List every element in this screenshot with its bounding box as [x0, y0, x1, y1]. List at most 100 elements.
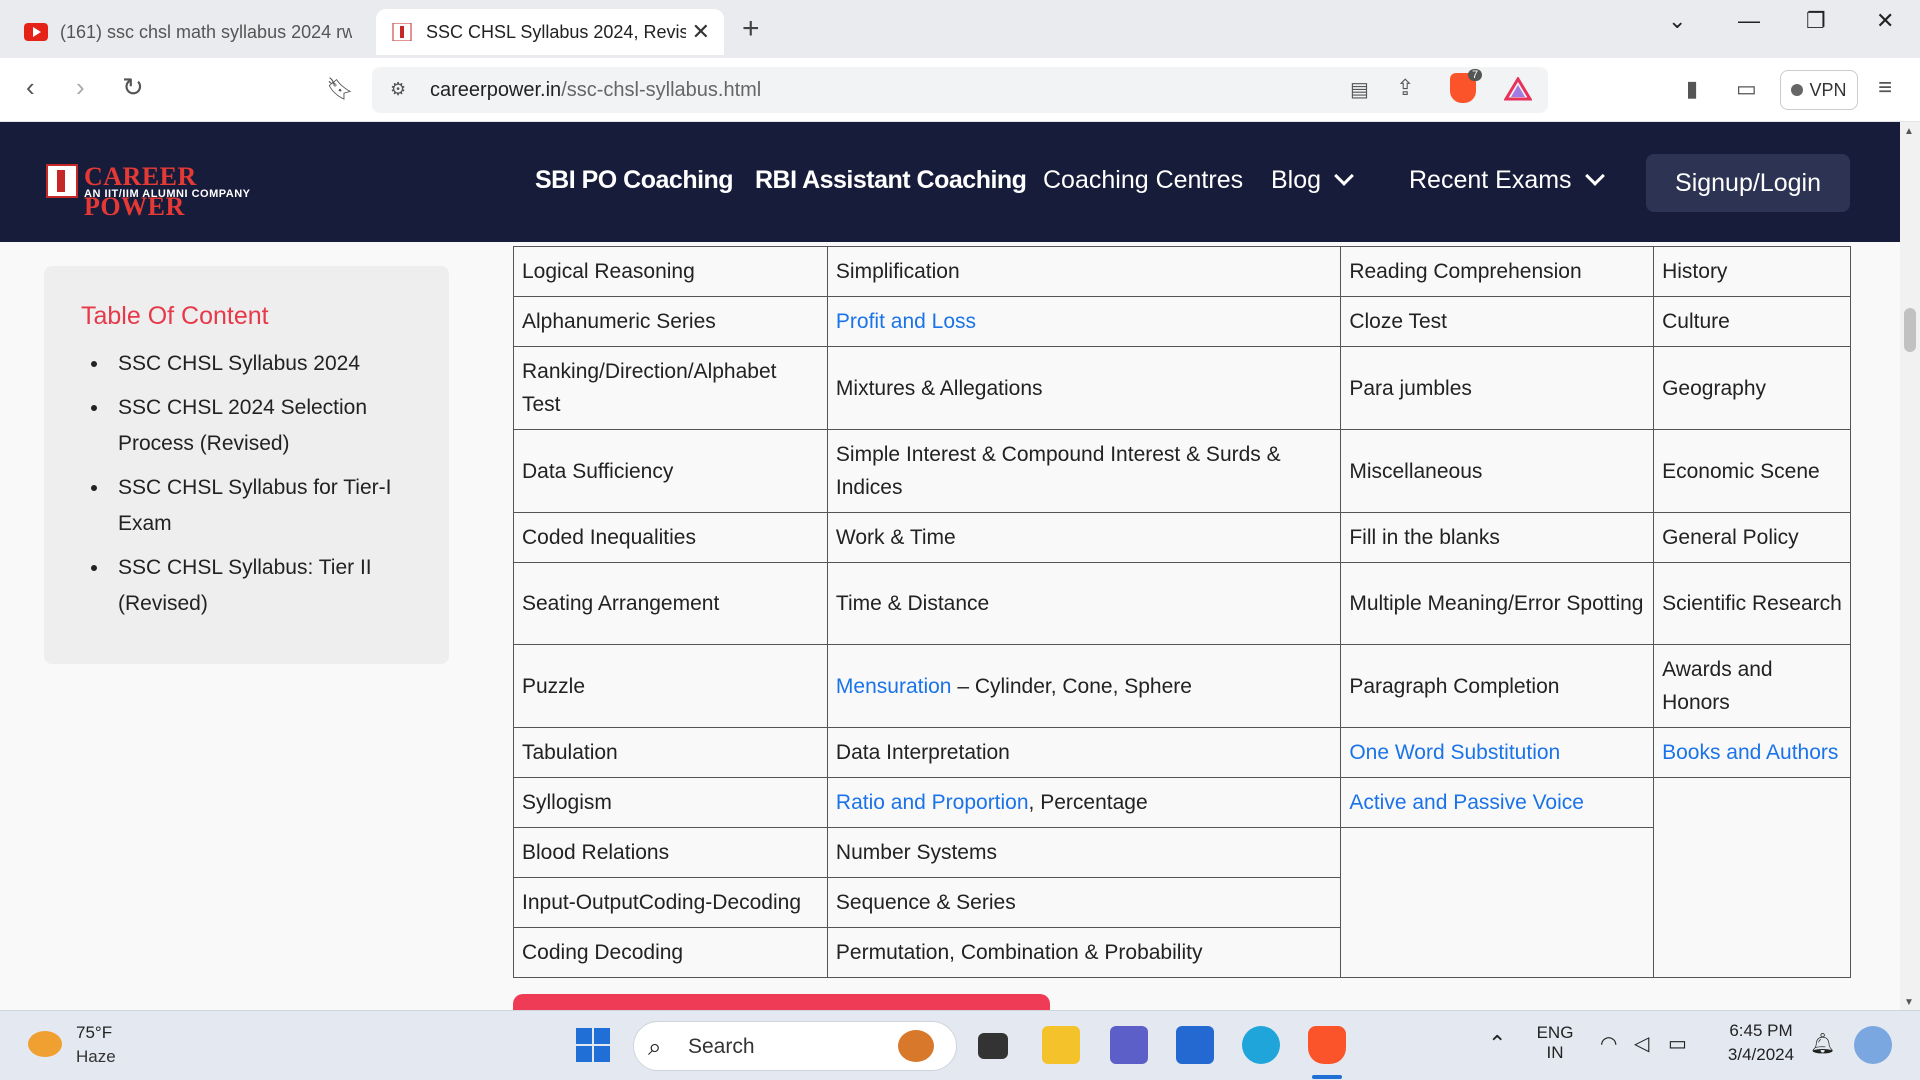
table-cell: History	[1653, 246, 1851, 297]
brave-rewards-icon[interactable]	[1504, 77, 1532, 101]
haze-weather-icon	[28, 1031, 62, 1057]
toc-item[interactable]: SSC CHSL Syllabus 2024	[110, 346, 410, 382]
clock[interactable]: 6:45 PM 3/4/2024	[1716, 1021, 1806, 1065]
toc-item[interactable]: SSC CHSL 2024 Selection Process (Revised…	[110, 390, 410, 462]
table-cell: Blood Relations	[513, 827, 828, 878]
toc-item[interactable]: SSC CHSL Syllabus: Tier II (Revised)	[110, 550, 410, 622]
table-cell: Miscellaneous	[1340, 429, 1655, 513]
site-settings-icon[interactable]: ⚙	[390, 79, 406, 100]
task-view-icon[interactable]	[978, 1033, 1008, 1059]
table-cell: Scientific Research	[1653, 562, 1851, 645]
reader-mode-icon[interactable]: ▤	[1350, 77, 1369, 102]
career-power-logo[interactable]: CAREER POWER AN IIT/IIM ALUMNI COMPANY	[46, 162, 296, 221]
table-cell: Syllogism	[513, 777, 828, 828]
volume-icon[interactable]: ◁	[1634, 1031, 1649, 1056]
tab-career-power[interactable]: SSC CHSL Syllabus 2024, Revised ✕	[376, 9, 724, 55]
active-app-indicator	[1312, 1075, 1342, 1079]
table-cell: Culture	[1653, 296, 1851, 347]
language-indicator[interactable]: ENG IN	[1530, 1023, 1580, 1063]
table-cell: Sequence & Series	[826, 877, 1342, 928]
reload-icon[interactable]: ↻	[122, 72, 144, 103]
nav-recent-exams[interactable]: Recent Exams	[1409, 166, 1605, 195]
table-row: Syllogism Ratio and Proportion, Percenta…	[513, 777, 1851, 978]
site-header: CAREER POWER AN IIT/IIM ALUMNI COMPANY S…	[0, 122, 1900, 242]
one-word-substitution-link[interactable]: One Word Substitution	[1349, 741, 1560, 764]
wifi-icon[interactable]: ◠	[1600, 1031, 1617, 1056]
vpn-status-icon	[1791, 84, 1804, 96]
taskbar-search[interactable]: ⌕ Search	[633, 1021, 957, 1071]
active-passive-voice-link[interactable]: Active and Passive Voice	[1349, 791, 1584, 814]
file-explorer-icon[interactable]	[1042, 1026, 1080, 1064]
teams-icon[interactable]	[1110, 1026, 1148, 1064]
tab-title: (161) ssc chsl math syllabus 2024 rw	[60, 21, 352, 42]
wallet-icon[interactable]: ▭	[1736, 76, 1757, 102]
close-tab-icon[interactable]: ✕	[692, 19, 710, 45]
weather-widget[interactable]: 75°F Haze	[28, 1023, 168, 1069]
table-cell: Data Interpretation	[826, 727, 1342, 778]
bookmark-icon[interactable]: 🔖︎	[326, 76, 354, 102]
table-cell: Reading Comprehension	[1340, 246, 1655, 297]
notification-bell-icon[interactable]: 🔔︎	[1810, 1031, 1835, 1056]
chevron-down-icon	[1584, 166, 1605, 186]
show-hidden-icons-icon[interactable]: ⌃	[1488, 1031, 1506, 1057]
nav-rbi-assistant-coaching[interactable]: RBI Assistant Coaching	[755, 166, 1027, 195]
nav-coaching-centres[interactable]: Coaching Centres	[1043, 166, 1243, 195]
table-cell: Paragraph Completion	[1340, 644, 1655, 728]
table-cell: Puzzle	[513, 644, 828, 728]
table-cell: Active and Passive Voice	[1340, 777, 1655, 828]
logo-mark-icon	[46, 164, 78, 198]
scroll-up-icon[interactable]: ▲	[1904, 126, 1914, 137]
edge-icon[interactable]	[1242, 1026, 1280, 1064]
tab-title: SSC CHSL Syllabus 2024, Revised	[426, 21, 686, 42]
back-icon[interactable]: ‹	[26, 72, 35, 103]
address-bar[interactable]: ⚙ careerpower.in/ssc-chsl-syllabus.html …	[372, 67, 1548, 113]
tab-youtube[interactable]: (161) ssc chsl math syllabus 2024 rw	[10, 9, 366, 55]
table-cell-empty	[1653, 777, 1851, 978]
menu-icon[interactable]: ≡	[1878, 74, 1892, 102]
copilot-icon[interactable]	[1854, 1026, 1892, 1064]
nav-sbi-po-coaching[interactable]: SBI PO Coaching	[535, 166, 734, 195]
chevron-down-icon	[1334, 166, 1354, 186]
profit-and-loss-link[interactable]: Profit and Loss	[836, 310, 976, 333]
scrollbar-thumb[interactable]	[1904, 308, 1916, 352]
new-tab-icon[interactable]: +	[742, 12, 760, 46]
table-cell: Time & Distance	[826, 562, 1342, 645]
table-cell: Awards and Honors	[1653, 644, 1851, 728]
table-row: Ranking/Direction/Alphabet Test Mixtures…	[513, 346, 1851, 430]
table-cell: Work & Time	[826, 512, 1342, 563]
nav-blog[interactable]: Blog	[1271, 166, 1354, 195]
battery-icon[interactable]: ▭	[1668, 1031, 1687, 1056]
restore-icon[interactable]: ❐	[1806, 8, 1826, 34]
table-cell: Fill in the blanks	[1340, 512, 1655, 563]
windows-taskbar: 75°F Haze ⌕ Search ⌃ ENG IN ◠ ◁ ▭ 6:45 P…	[0, 1010, 1920, 1080]
brave-browser-icon[interactable]	[1308, 1026, 1346, 1064]
table-cell: Ratio and Proportion, Percentage	[826, 777, 1342, 828]
table-cell: One Word Substitution	[1340, 727, 1655, 778]
table-cell: Books and Authors	[1653, 727, 1851, 778]
page-scrollbar[interactable]: ▲ ▼	[1900, 122, 1920, 1010]
table-cell: Profit and Loss	[826, 296, 1342, 347]
share-icon[interactable]: ⇪	[1396, 75, 1414, 101]
table-cell: Mixtures & Allegations	[826, 346, 1342, 430]
mensuration-link[interactable]: Mensuration	[836, 675, 952, 698]
close-window-icon[interactable]: ✕	[1876, 8, 1894, 34]
table-cell: Para jumbles	[1340, 346, 1655, 430]
windows-start-icon[interactable]	[576, 1028, 610, 1062]
books-and-authors-link[interactable]: Books and Authors	[1662, 741, 1838, 764]
minimize-icon[interactable]: —	[1738, 8, 1760, 34]
ratio-and-proportion-link[interactable]: Ratio and Proportion	[836, 791, 1029, 814]
forward-icon[interactable]: ›	[76, 72, 85, 103]
scroll-down-icon[interactable]: ▼	[1904, 997, 1914, 1008]
microsoft-store-icon[interactable]	[1176, 1026, 1214, 1064]
search-highlight-icon	[898, 1030, 934, 1062]
table-cell: Data Sufficiency	[513, 429, 828, 513]
toc-item[interactable]: SSC CHSL Syllabus for Tier-I Exam	[110, 470, 410, 542]
table-cell: Geography	[1653, 346, 1851, 430]
signup-login-button[interactable]: Signup/Login	[1646, 154, 1850, 212]
sidebar-toggle-icon[interactable]: ▮	[1686, 76, 1698, 102]
search-icon: ⌕	[648, 1034, 662, 1061]
shields-badge: 7	[1468, 69, 1483, 81]
vpn-button[interactable]: VPN	[1780, 70, 1858, 110]
tab-list-chevron-icon[interactable]: ⌄	[1668, 8, 1686, 34]
table-cell: Coding Decoding	[513, 927, 828, 978]
